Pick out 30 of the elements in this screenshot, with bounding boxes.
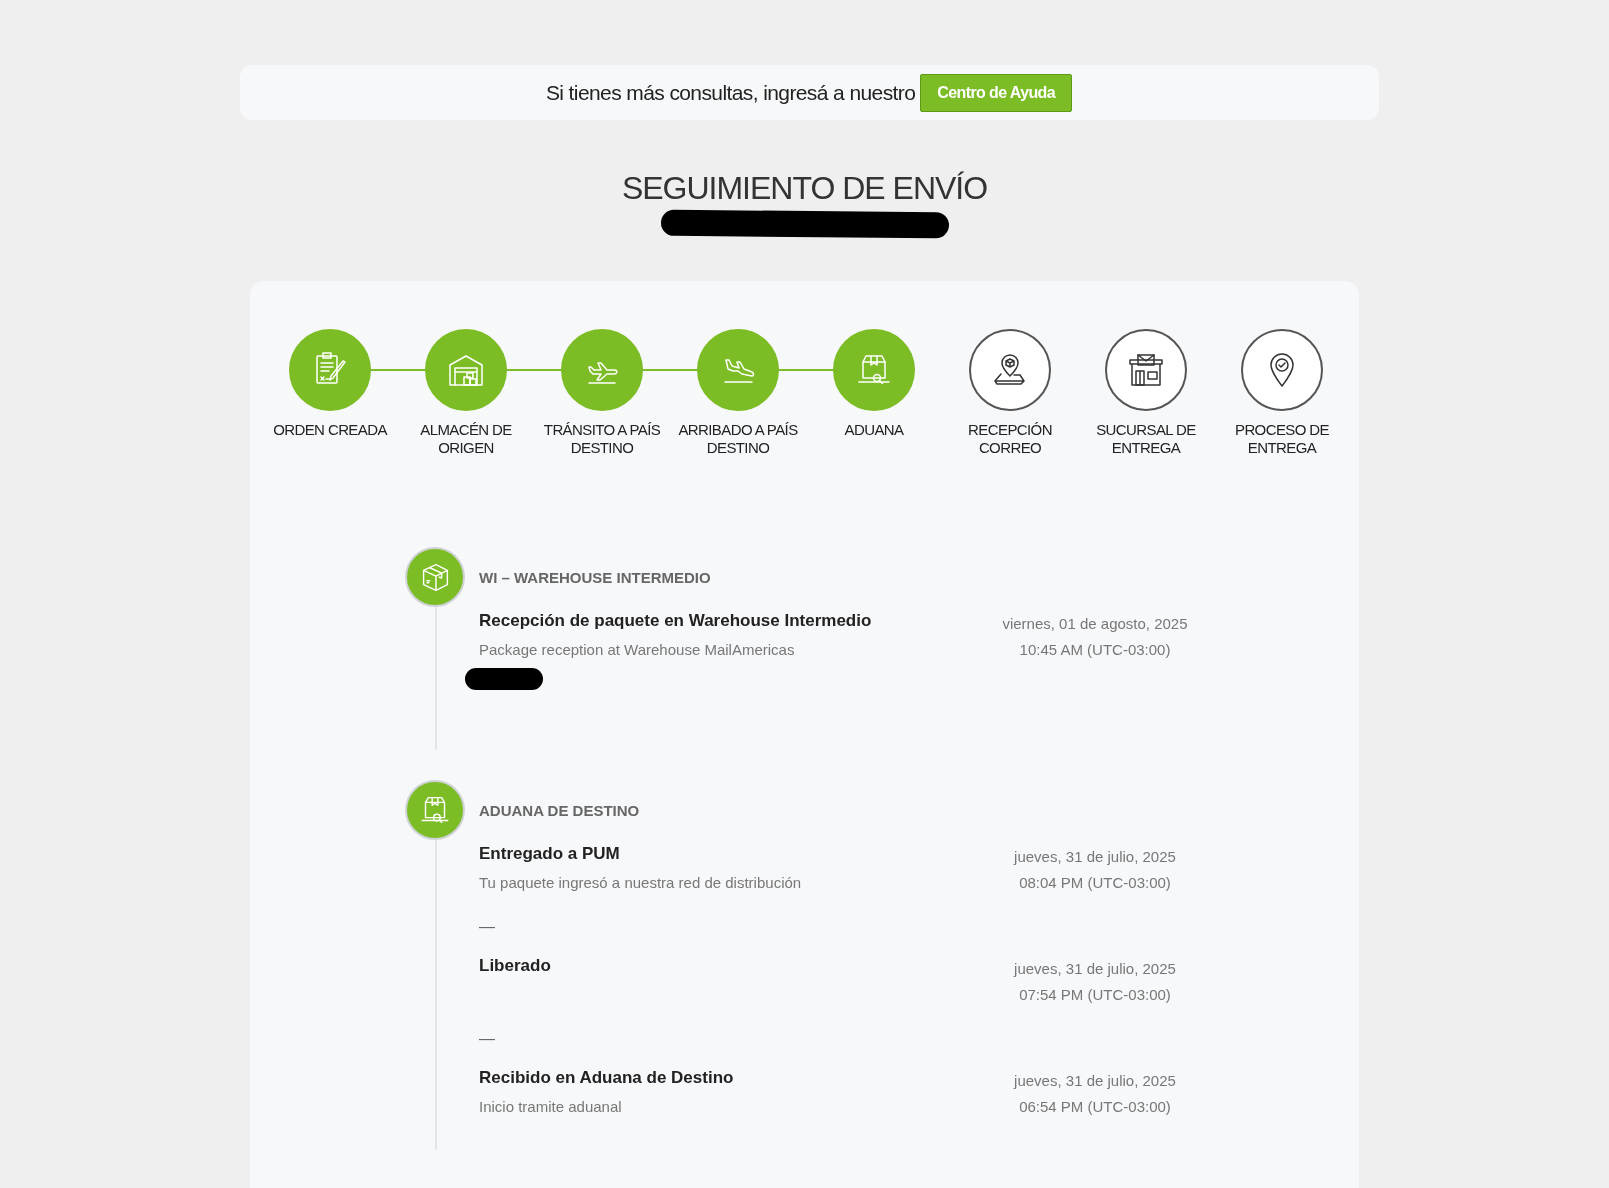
event-description: Inicio tramite aduanal	[479, 1098, 623, 1115]
step-label: ALMACÉN DE ORIGEN	[419, 421, 513, 457]
event-description: Package reception at Warehouse MailAmericas	[479, 641, 796, 658]
event-time: 06:54 PM (UTC-03:00)	[1018, 1097, 1172, 1117]
event-time: 08:04 PM (UTC-03:00)	[1018, 873, 1172, 893]
page-title: SEGUIMIENTO DE ENVÍO	[621, 170, 988, 207]
step-label: ADUANA	[843, 421, 905, 439]
event-title: Liberado	[479, 956, 551, 976]
step-label: ARRIBADO A PAÍS DESTINO	[677, 421, 799, 457]
event-title: Recepción de paquete en Warehouse Intermedio	[479, 611, 872, 631]
help-text: Si tienes más consultas, ingresá a nuestro	[545, 80, 916, 105]
separator-dash: —	[479, 1030, 496, 1048]
step-label: ORDEN CREADA	[272, 421, 389, 439]
step-label: TRÁNSITO A PAÍS DESTINO	[542, 421, 662, 457]
event-date: jueves, 31 de julio, 2025	[1012, 1071, 1177, 1091]
event-time: 10:45 AM (UTC-03:00)	[1018, 640, 1172, 660]
event-time: 07:54 PM (UTC-03:00)	[1018, 985, 1172, 1005]
step-label: SUCURSAL DE ENTREGA	[1095, 421, 1197, 457]
event-description: Tu paquete ingresó a nuestra red de distribución	[479, 874, 802, 891]
event-title: Entregado a PUM	[479, 844, 621, 864]
section-heading: ADUANA DE DESTINO	[479, 801, 640, 819]
help-center-button[interactable]: Centro de Ayuda	[920, 73, 1073, 112]
step-label: RECEPCIÓN CORREO	[967, 421, 1053, 457]
event-title: Recibido en Aduana de Destino	[479, 1068, 734, 1088]
separator-dash: —	[479, 918, 496, 936]
step-label: PROCESO DE ENTREGA	[1234, 421, 1330, 457]
event-date: jueves, 31 de julio, 2025	[1012, 959, 1177, 979]
event-date: viernes, 01 de agosto, 2025	[1001, 614, 1189, 634]
event-date: jueves, 31 de julio, 2025	[1012, 847, 1177, 867]
section-heading: WI – WAREHOUSE INTERMEDIO	[479, 568, 711, 586]
